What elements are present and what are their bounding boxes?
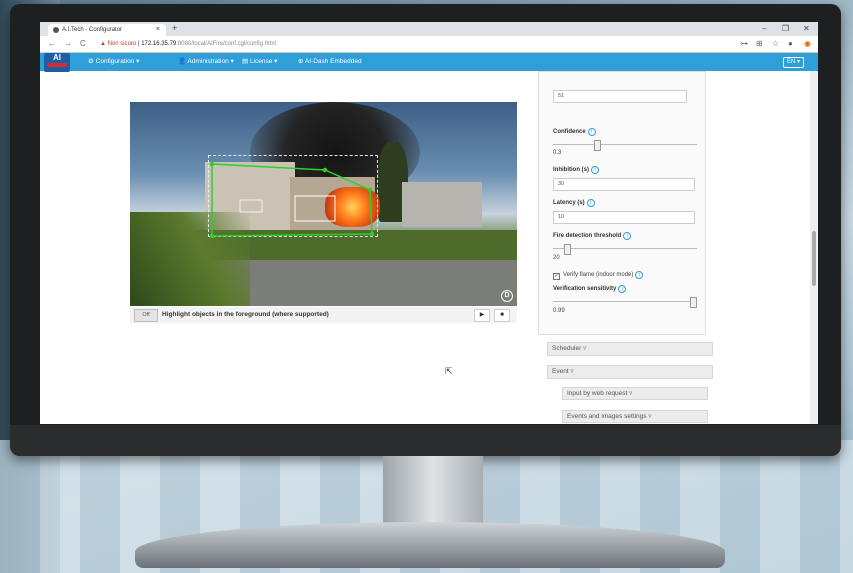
roi-overlay[interactable]	[130, 102, 517, 306]
roi-vertex	[367, 187, 373, 193]
fire-threshold-slider[interactable]	[553, 244, 697, 255]
monitor-stand-neck	[383, 456, 483, 528]
tab-title: A.I.Tech - Configurator	[62, 27, 123, 33]
inhibition-label: Inhibition (s) i	[553, 166, 599, 174]
menu-ai-dash-embedded[interactable]: ⊕ AI-Dash Embedded	[298, 53, 362, 71]
monitor-chin	[10, 425, 841, 456]
info-icon[interactable]: i	[591, 166, 599, 174]
translate-icon[interactable]: ⊞	[756, 36, 763, 52]
address-bar: ← → C ▲ Non sicuro | 172.16.35.79:8080/l…	[40, 36, 818, 53]
confidence-value: 0.3	[553, 150, 562, 156]
video-controls: Off Highlight objects in the foreground …	[130, 307, 517, 323]
value-field[interactable]: 51	[553, 90, 687, 103]
play-button[interactable]: ▶	[474, 309, 490, 322]
slider-knob[interactable]	[594, 140, 602, 151]
url-path: :8080/local/AIFire/conf.cgi/config.html	[176, 41, 276, 47]
roi-polygon	[211, 163, 373, 237]
app-navbar: AI ⚙ Configuration ▾ 👤 Administration ▾ …	[40, 53, 818, 72]
language-selector[interactable]: EN ▾	[782, 57, 804, 68]
logo-text: AI	[53, 53, 61, 62]
verify-flame-checkbox[interactable]: ✓	[553, 273, 560, 280]
info-icon[interactable]: i	[623, 232, 632, 240]
video-preview[interactable]: D	[130, 102, 517, 306]
scheduler-section[interactable]: Scheduler ▿	[547, 342, 713, 356]
roi-vertex	[369, 231, 375, 237]
not-secure-warning[interactable]: ▲ Non sicuro	[100, 41, 136, 47]
settings-panel: 51 Confidence i 0.3 Inhibition (s) i 30 La…	[538, 71, 706, 335]
menu-administration[interactable]: 👤 Administration ▾	[178, 53, 234, 71]
slider-knob[interactable]	[689, 297, 697, 308]
roi-vertex	[209, 233, 215, 239]
scrollbar-thumb[interactable]	[812, 231, 816, 286]
url-field[interactable]: ▲ Non sicuro | 172.16.35.79:8080/local/A…	[100, 39, 720, 49]
reload-icon[interactable]: C	[80, 36, 86, 52]
browser-tab[interactable]: A.I.Tech - Configurator ×	[48, 24, 166, 36]
inhibition-input[interactable]: 30	[553, 178, 695, 191]
fire-threshold-label: Fire detection threshold i	[553, 232, 632, 240]
forward-icon[interactable]: →	[64, 36, 72, 52]
info-icon[interactable]: i	[587, 128, 596, 136]
mouse-cursor-icon: ⇱	[445, 366, 453, 376]
back-icon[interactable]: ←	[48, 36, 56, 52]
favicon-icon	[53, 27, 59, 33]
key-icon[interactable]: ⊶	[740, 36, 748, 52]
verification-slider[interactable]	[553, 297, 697, 308]
tab-close-icon[interactable]: ×	[156, 24, 160, 36]
extension-icon[interactable]: ◉	[804, 36, 811, 52]
input-web-request-section[interactable]: Input by web request ▿	[562, 387, 708, 400]
minimize-button[interactable]: –	[762, 22, 766, 36]
info-icon[interactable]: i	[586, 199, 595, 207]
stop-button[interactable]: ■	[494, 309, 510, 322]
roi-vertex	[209, 161, 215, 167]
latency-label: Latency (s) i	[553, 199, 595, 207]
star-icon[interactable]: ☆	[772, 36, 779, 52]
events-images-settings-section[interactable]: Events and images settings ▿	[562, 410, 708, 423]
menu-configuration[interactable]: ⚙ Configuration ▾	[88, 53, 139, 71]
screen: A.I.Tech - Configurator × + – ❐ ✕ ← → C …	[40, 22, 818, 424]
verification-value: 0.99	[553, 308, 565, 314]
slider-knob[interactable]	[564, 244, 572, 255]
detection-box	[294, 195, 336, 222]
profile-icon[interactable]: ●	[788, 36, 793, 52]
verify-flame-label: Verify flame (indoor mode)	[563, 272, 634, 278]
confidence-label: Confidence i	[553, 128, 596, 136]
video-corner-badge: D	[501, 290, 513, 302]
highlight-toggle[interactable]: Off	[134, 309, 158, 322]
verify-flame-row[interactable]: ✓ Verify flame (indoor mode) i	[553, 271, 644, 280]
maximize-button[interactable]: ❐	[782, 22, 789, 36]
close-window-button[interactable]: ✕	[803, 22, 810, 36]
fire-threshold-value: 20	[553, 255, 560, 261]
menu-license[interactable]: ▤ License ▾	[242, 53, 277, 71]
verification-label: Verification sensitivity i	[553, 285, 627, 293]
roi-vertex	[322, 167, 328, 173]
page-scrollbar[interactable]	[810, 71, 818, 424]
new-tab-button[interactable]: +	[172, 22, 177, 35]
event-section[interactable]: Event ▿	[547, 365, 713, 379]
aitech-logo[interactable]: AI	[44, 53, 70, 72]
info-icon[interactable]: i	[635, 271, 644, 279]
logo-bar	[47, 63, 67, 67]
latency-input[interactable]: 10	[553, 211, 695, 224]
url-host: 172.16.35.79	[141, 41, 177, 47]
browser-tab-bar: A.I.Tech - Configurator × + – ❐ ✕	[40, 22, 818, 36]
detection-box-small	[239, 199, 263, 213]
highlight-label: Highlight objects in the foreground (whe…	[162, 311, 329, 318]
info-icon[interactable]: i	[618, 285, 627, 293]
confidence-slider[interactable]	[553, 140, 697, 151]
